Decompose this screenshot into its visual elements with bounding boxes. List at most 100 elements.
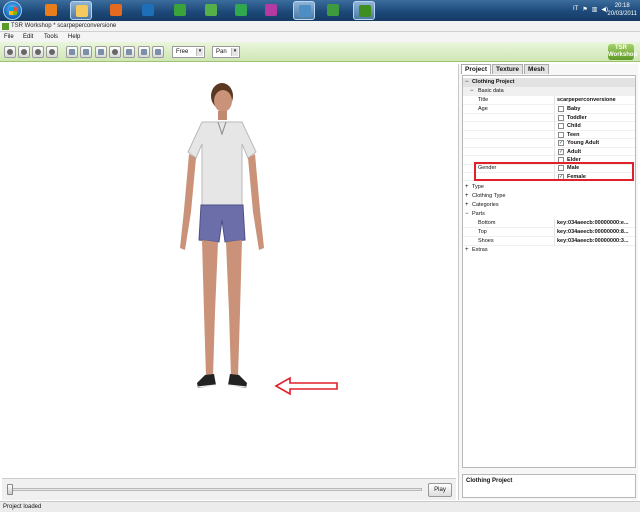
timeline-slider-thumb[interactable] <box>7 484 13 495</box>
taskbar-app-button[interactable] <box>322 1 344 20</box>
sphere-icon <box>7 49 13 55</box>
section-label: Parts <box>472 211 485 217</box>
tab-mesh[interactable]: Mesh <box>524 64 549 74</box>
animation-timeline: Play <box>2 478 456 500</box>
view-side-button[interactable] <box>18 46 30 58</box>
grid-button[interactable] <box>66 46 78 58</box>
age-option: Child <box>463 122 635 131</box>
age-checkbox[interactable] <box>558 131 564 138</box>
age-checkbox[interactable]: ✓ <box>558 148 564 155</box>
age-option-label: Adult <box>567 148 582 155</box>
menu-help[interactable]: Help <box>68 34 80 40</box>
expand-icon[interactable]: + <box>465 183 469 191</box>
property-shoes[interactable]: Shoes key:034aeecb:00000000:3... <box>463 237 635 246</box>
play-button[interactable]: Play <box>428 483 452 497</box>
magnifier-icon <box>98 49 104 55</box>
taskbar-app-button[interactable] <box>353 1 375 20</box>
clock-date: 20/03/2011 <box>607 11 637 17</box>
taskbar-app-button[interactable] <box>70 1 92 20</box>
taskbar-app-button[interactable] <box>40 1 62 20</box>
top-key-value[interactable]: key:034aeecb:00000000:8... <box>557 228 635 236</box>
collapse-icon[interactable]: − <box>465 78 469 86</box>
properties-panel: Project Texture Mesh − Clothing Project … <box>458 64 638 500</box>
taskbar-app-button[interactable] <box>137 1 159 20</box>
sims-icon <box>235 4 247 16</box>
logo-line1: TSR <box>615 45 627 51</box>
property-title[interactable]: Title scarpeperconversione <box>463 96 635 105</box>
section-label: Clothing Type <box>472 193 506 199</box>
zoom-button[interactable] <box>95 46 107 58</box>
section-parts[interactable]: − Parts <box>463 210 635 219</box>
timeline-slider[interactable] <box>10 488 422 491</box>
section-basic-data[interactable]: − Basic data <box>463 87 635 96</box>
nav-mode-select[interactable]: Pan ▾ <box>212 46 240 58</box>
floor-icon <box>141 49 147 55</box>
model-viewport[interactable] <box>2 64 456 475</box>
shoes-key-value[interactable]: key:034aeecb:00000000:3... <box>557 237 635 245</box>
collapse-icon[interactable]: − <box>465 210 469 218</box>
sim-model-figure <box>180 83 264 388</box>
bottom-key-value[interactable]: key:034aeecb:00000000:e... <box>557 219 635 227</box>
section-categories[interactable]: + Categories <box>463 201 635 210</box>
menu-file[interactable]: File <box>4 34 14 40</box>
purple-app-icon <box>265 4 277 16</box>
section-extras[interactable]: + Extras <box>463 246 635 255</box>
gender-highlight-box <box>474 162 634 181</box>
view-top-button[interactable] <box>46 46 58 58</box>
frame-button[interactable] <box>80 46 92 58</box>
section-clothing-project[interactable]: − Clothing Project <box>463 78 635 87</box>
age-option: Toddler <box>463 113 635 122</box>
language-indicator[interactable]: IT <box>573 6 578 13</box>
description-box: Clothing Project <box>462 474 636 498</box>
network-icon[interactable]: ▥ <box>592 6 598 13</box>
clock[interactable]: 20:18 20/03/2011 <box>607 2 637 18</box>
bulb-icon <box>112 49 118 55</box>
section-type[interactable]: + Type <box>463 183 635 192</box>
property-label: Bottom <box>478 220 496 226</box>
collapse-icon[interactable]: − <box>470 87 474 95</box>
grid-icon <box>69 49 75 55</box>
logo-line2: Workshop <box>608 52 638 58</box>
sphere-icon <box>35 49 41 55</box>
floor-button[interactable] <box>138 46 150 58</box>
edit-tool-button[interactable] <box>152 46 164 58</box>
expand-icon[interactable]: + <box>465 201 469 209</box>
tsr-workshop-logo: TSR Workshop <box>608 44 638 60</box>
taskbar-app-button[interactable] <box>169 1 191 20</box>
view-back-button[interactable] <box>32 46 44 58</box>
light-button[interactable] <box>109 46 121 58</box>
expand-icon[interactable]: + <box>465 246 469 254</box>
tsr-workshop-icon <box>359 5 371 17</box>
taskbar-app-button[interactable] <box>230 1 252 20</box>
system-tray: IT ⚑ ▥ ◀) <box>573 6 608 13</box>
section-label: Type <box>472 184 484 190</box>
menu-edit[interactable]: Edit <box>23 34 33 40</box>
title-value[interactable]: scarpeperconversione <box>557 96 635 104</box>
tab-texture[interactable]: Texture <box>492 64 524 74</box>
camera-mode-select[interactable]: Free ▾ <box>172 46 205 58</box>
taskbar-app-button[interactable] <box>293 1 315 20</box>
age-option-label: Teen <box>567 131 580 138</box>
explorer-folder-icon <box>76 5 88 17</box>
taskbar-app-button[interactable] <box>200 1 222 20</box>
property-bottom[interactable]: Bottom key:034aeecb:00000000:e... <box>463 219 635 228</box>
tab-project[interactable]: Project <box>461 64 492 74</box>
age-checkbox[interactable] <box>558 114 564 121</box>
menu-tools[interactable]: Tools <box>44 34 58 40</box>
section-clothing-type[interactable]: + Clothing Type <box>463 192 635 201</box>
age-checkbox[interactable]: ✓ <box>558 140 564 146</box>
flag-icon[interactable]: ⚑ <box>582 6 587 13</box>
age-checkbox[interactable] <box>558 123 564 129</box>
expand-icon[interactable]: + <box>465 192 469 200</box>
age-checkbox[interactable] <box>558 106 564 112</box>
property-top[interactable]: Top key:034aeecb:00000000:8... <box>463 228 635 237</box>
green-app-icon <box>174 4 186 16</box>
taskbar-app-button[interactable] <box>105 1 127 20</box>
skeleton-button[interactable] <box>123 46 135 58</box>
start-button[interactable] <box>3 1 22 20</box>
taskbar-app-button[interactable] <box>260 1 282 20</box>
age-option: ✓ Adult <box>463 147 635 156</box>
view-front-button[interactable] <box>4 46 16 58</box>
age-option-label: Child <box>567 123 581 129</box>
tsr-app-icon <box>2 23 9 30</box>
